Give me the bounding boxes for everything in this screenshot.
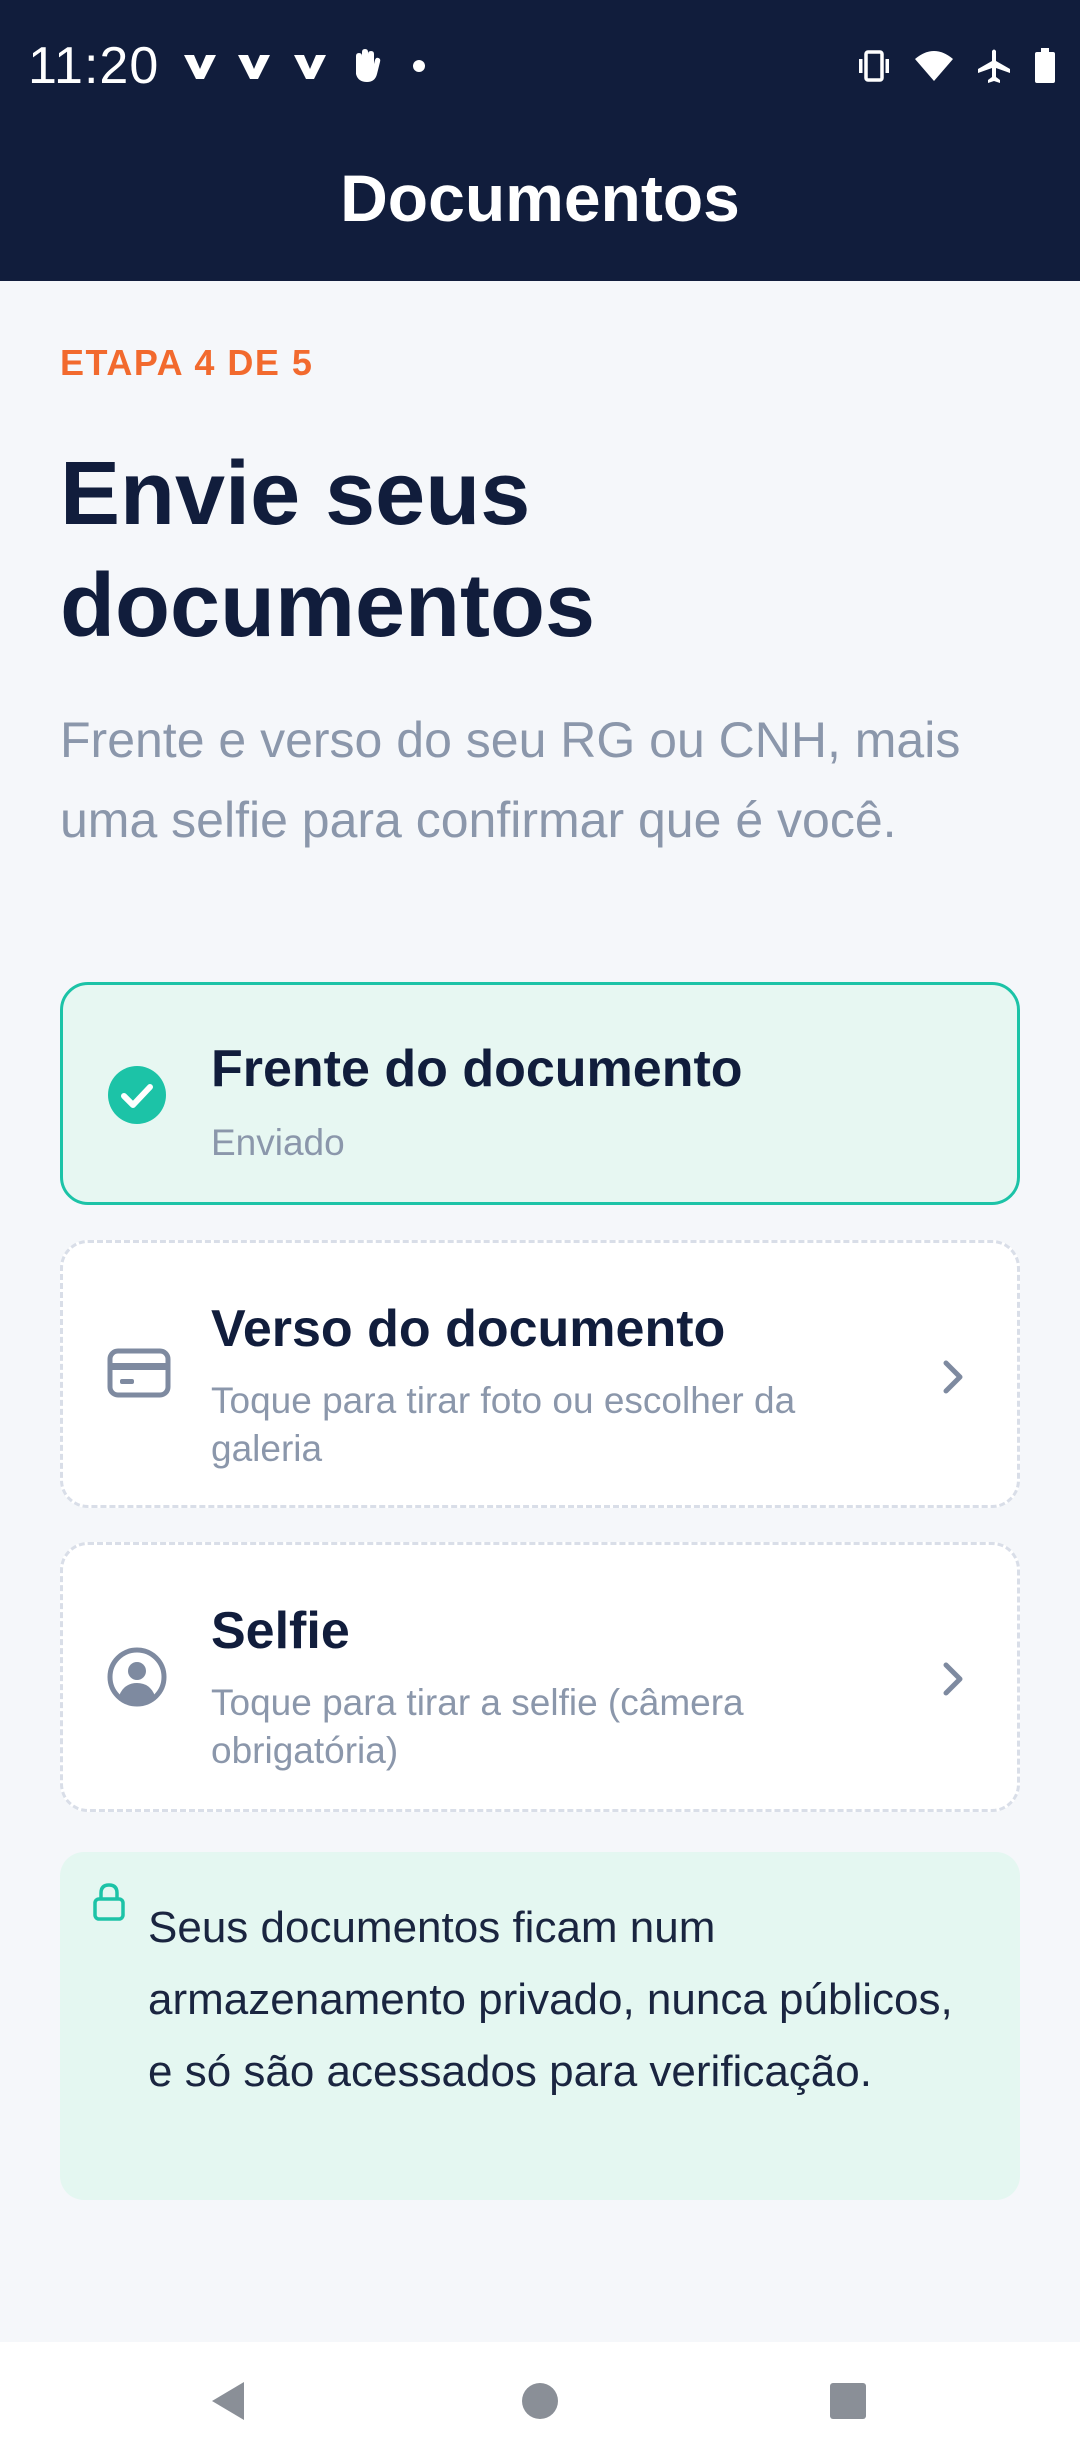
home-icon[interactable] (480, 2342, 600, 2460)
wifi-icon (914, 49, 954, 88)
card-title: Frente do documento (211, 1040, 743, 1098)
card-instruction: Toque para tirar a selfie (câmera obriga… (211, 1682, 744, 1771)
card-title: Verso do documento (211, 1300, 726, 1358)
privacy-notice: Seus documentos ficam num armazenamento … (60, 1852, 1020, 2200)
lock-icon (92, 1882, 126, 1922)
page-title: Documentos (340, 161, 740, 235)
chevron-right-icon (937, 1357, 967, 1397)
dot-icon (412, 42, 426, 90)
check-circle-icon (107, 1065, 167, 1125)
airplane-icon (976, 48, 1012, 89)
chevron-right-icon (937, 1659, 967, 1699)
front-document-card[interactable]: Frente do documento Enviado (60, 982, 1020, 1205)
section-heading: Envie seus documentos (60, 444, 596, 656)
app-header-bar: 11:20 Documentos (0, 0, 1080, 281)
system-status-icons (856, 44, 1056, 92)
privacy-text: Seus documentos ficam num armazenamento … (148, 1903, 953, 2096)
section-description: Frente e verso do seu RG ou CNH, mais um… (60, 712, 961, 848)
card-status: Enviado (211, 1122, 345, 1163)
v-notification-icon (182, 42, 218, 90)
user-circle-icon (107, 1647, 167, 1707)
status-time: 11:20 (28, 37, 160, 95)
battery-icon (1034, 47, 1056, 89)
step-indicator: ETAPA 4 DE 5 (60, 342, 314, 383)
card-instruction: Toque para tirar foto ou escolher da gal… (211, 1380, 796, 1469)
hand-notification-icon (350, 42, 382, 90)
back-document-card[interactable]: Verso do documento Toque para tirar foto… (60, 1240, 1020, 1508)
card-title: Selfie (211, 1602, 350, 1660)
system-navigation-bar (0, 2342, 1080, 2460)
status-bar: 11:20 (0, 0, 1080, 132)
card-icon (107, 1345, 171, 1405)
v-notification-icon (236, 42, 272, 90)
vibrate-icon (856, 48, 892, 89)
selfie-card[interactable]: Selfie Toque para tirar a selfie (câmera… (60, 1542, 1020, 1812)
v-notification-icon (292, 42, 328, 90)
back-icon[interactable] (168, 2342, 288, 2460)
recents-icon[interactable] (788, 2342, 908, 2460)
